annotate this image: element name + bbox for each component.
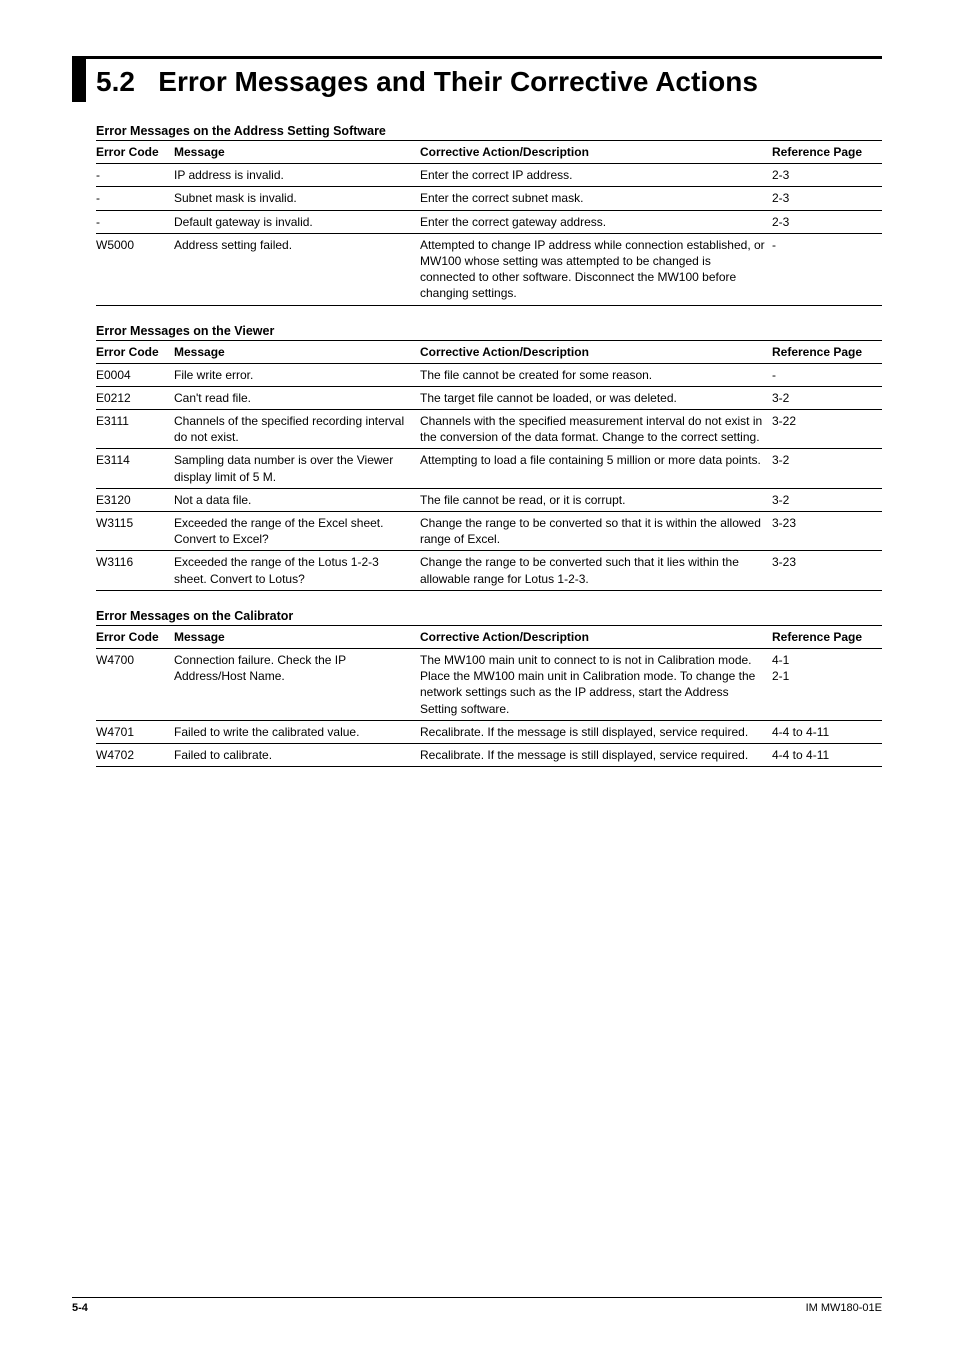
table-cell-code: E3111 [96, 410, 174, 449]
top-rule [72, 56, 882, 59]
table-cell-corr: The target file cannot be loaded, or was… [420, 386, 772, 409]
table-header-cell: Corrective Action/Description [420, 141, 772, 164]
table-row: W3115Exceeded the range of the Excel she… [96, 512, 882, 551]
table-header-cell: Corrective Action/Description [420, 340, 772, 363]
table-cell-msg: Exceeded the range of the Excel sheet. C… [174, 512, 420, 551]
table-cell-ref: 2-3 [772, 210, 882, 233]
table-cell-msg: Can't read file. [174, 386, 420, 409]
section-marker [72, 58, 86, 102]
table-cell-corr: Enter the correct subnet mask. [420, 187, 772, 210]
section-heading: 5.2 Error Messages and Their Corrective … [96, 60, 882, 98]
table-cell-corr: Change the range to be converted such th… [420, 551, 772, 590]
table-heading-calibrator: Error Messages on the Calibrator [96, 609, 882, 623]
table-heading-address-setting: Error Messages on the Address Setting So… [96, 124, 882, 138]
table-row: E3114Sampling data number is over the Vi… [96, 449, 882, 488]
table-cell-msg: Exceeded the range of the Lotus 1-2-3 sh… [174, 551, 420, 590]
table-cell-corr: Enter the correct gateway address. [420, 210, 772, 233]
table-cell-corr: The file cannot be read, or it is corrup… [420, 488, 772, 511]
table-cell-code: W3116 [96, 551, 174, 590]
error-table-calibrator: Error CodeMessageCorrective Action/Descr… [96, 625, 882, 767]
table-cell-ref: - [772, 233, 882, 305]
table-header-cell: Reference Page [772, 340, 882, 363]
table-cell-ref: 3-2 [772, 488, 882, 511]
table-cell-msg: Not a data file. [174, 488, 420, 511]
table-row: -Subnet mask is invalid.Enter the correc… [96, 187, 882, 210]
table-row: W4701Failed to write the calibrated valu… [96, 720, 882, 743]
table-cell-ref: 3-23 [772, 512, 882, 551]
table-cell-corr: Recalibrate. If the message is still dis… [420, 720, 772, 743]
table-cell-code: - [96, 187, 174, 210]
table-header-cell: Corrective Action/Description [420, 625, 772, 648]
table-row: W3116Exceeded the range of the Lotus 1-2… [96, 551, 882, 590]
table-row: E0212Can't read file.The target file can… [96, 386, 882, 409]
table-cell-code: W4702 [96, 743, 174, 766]
table-cell-code: W4700 [96, 648, 174, 720]
table-cell-msg: Failed to write the calibrated value. [174, 720, 420, 743]
table-cell-code: W3115 [96, 512, 174, 551]
table-cell-code: E3120 [96, 488, 174, 511]
error-table-address-setting: Error CodeMessageCorrective Action/Descr… [96, 140, 882, 306]
table-header-cell: Reference Page [772, 625, 882, 648]
table-cell-ref: 3-2 [772, 449, 882, 488]
table-cell-ref: 4-12-1 [772, 648, 882, 720]
table-cell-msg: Subnet mask is invalid. [174, 187, 420, 210]
table-cell-msg: Channels of the specified recording inte… [174, 410, 420, 449]
table-cell-corr: The MW100 main unit to connect to is not… [420, 648, 772, 720]
table-cell-code: - [96, 210, 174, 233]
table-cell-msg: Address setting failed. [174, 233, 420, 305]
table-cell-ref: 3-22 [772, 410, 882, 449]
table-cell-corr: Channels with the specified measurement … [420, 410, 772, 449]
table-cell-code: W4701 [96, 720, 174, 743]
table-cell-ref: 3-2 [772, 386, 882, 409]
table-heading-viewer: Error Messages on the Viewer [96, 324, 882, 338]
table-cell-ref: - [772, 363, 882, 386]
table-header-cell: Error Code [96, 625, 174, 648]
table-row: E3120Not a data file.The file cannot be … [96, 488, 882, 511]
table-cell-msg: IP address is invalid. [174, 164, 420, 187]
table-header-cell: Reference Page [772, 141, 882, 164]
table-cell-ref: 4-4 to 4-11 [772, 743, 882, 766]
table-row: -Default gateway is invalid.Enter the co… [96, 210, 882, 233]
table-cell-corr: Change the range to be converted so that… [420, 512, 772, 551]
table-cell-code: E3114 [96, 449, 174, 488]
table-cell-corr: The file cannot be created for some reas… [420, 363, 772, 386]
section-title-text: Error Messages and Their Corrective Acti… [158, 66, 758, 97]
tables-container: Error Messages on the Address Setting So… [96, 124, 882, 767]
table-cell-msg: Failed to calibrate. [174, 743, 420, 766]
table-row: W4700Connection failure. Check the IP Ad… [96, 648, 882, 720]
table-header-cell: Error Code [96, 141, 174, 164]
table-cell-corr: Attempting to load a file containing 5 m… [420, 449, 772, 488]
table-cell-corr: Enter the correct IP address. [420, 164, 772, 187]
table-row: W4702Failed to calibrate.Recalibrate. If… [96, 743, 882, 766]
table-row: W5000Address setting failed.Attempted to… [96, 233, 882, 305]
table-cell-ref: 3-23 [772, 551, 882, 590]
error-table-viewer: Error CodeMessageCorrective Action/Descr… [96, 340, 882, 591]
table-cell-ref: 2-3 [772, 187, 882, 210]
page-footer: 5-4 IM MW180-01E [72, 1297, 882, 1314]
table-cell-msg: Sampling data number is over the Viewer … [174, 449, 420, 488]
table-row: -IP address is invalid.Enter the correct… [96, 164, 882, 187]
table-header-cell: Message [174, 340, 420, 363]
table-cell-corr: Attempted to change IP address while con… [420, 233, 772, 305]
section-number: 5.2 [96, 66, 135, 97]
table-cell-ref: 2-3 [772, 164, 882, 187]
page: 5.2 Error Messages and Their Corrective … [0, 0, 954, 1350]
table-cell-code: E0212 [96, 386, 174, 409]
table-row: E0004File write error.The file cannot be… [96, 363, 882, 386]
table-row: E3111Channels of the specified recording… [96, 410, 882, 449]
table-header-cell: Error Code [96, 340, 174, 363]
table-cell-ref: 4-4 to 4-11 [772, 720, 882, 743]
table-cell-code: - [96, 164, 174, 187]
table-cell-code: W5000 [96, 233, 174, 305]
table-cell-msg: Connection failure. Check the IP Address… [174, 648, 420, 720]
table-header-cell: Message [174, 141, 420, 164]
footer-page-number: 5-4 [72, 1302, 88, 1314]
table-header-cell: Message [174, 625, 420, 648]
table-cell-msg: File write error. [174, 363, 420, 386]
footer-doc-id: IM MW180-01E [806, 1302, 882, 1314]
table-cell-msg: Default gateway is invalid. [174, 210, 420, 233]
table-cell-code: E0004 [96, 363, 174, 386]
table-cell-corr: Recalibrate. If the message is still dis… [420, 743, 772, 766]
